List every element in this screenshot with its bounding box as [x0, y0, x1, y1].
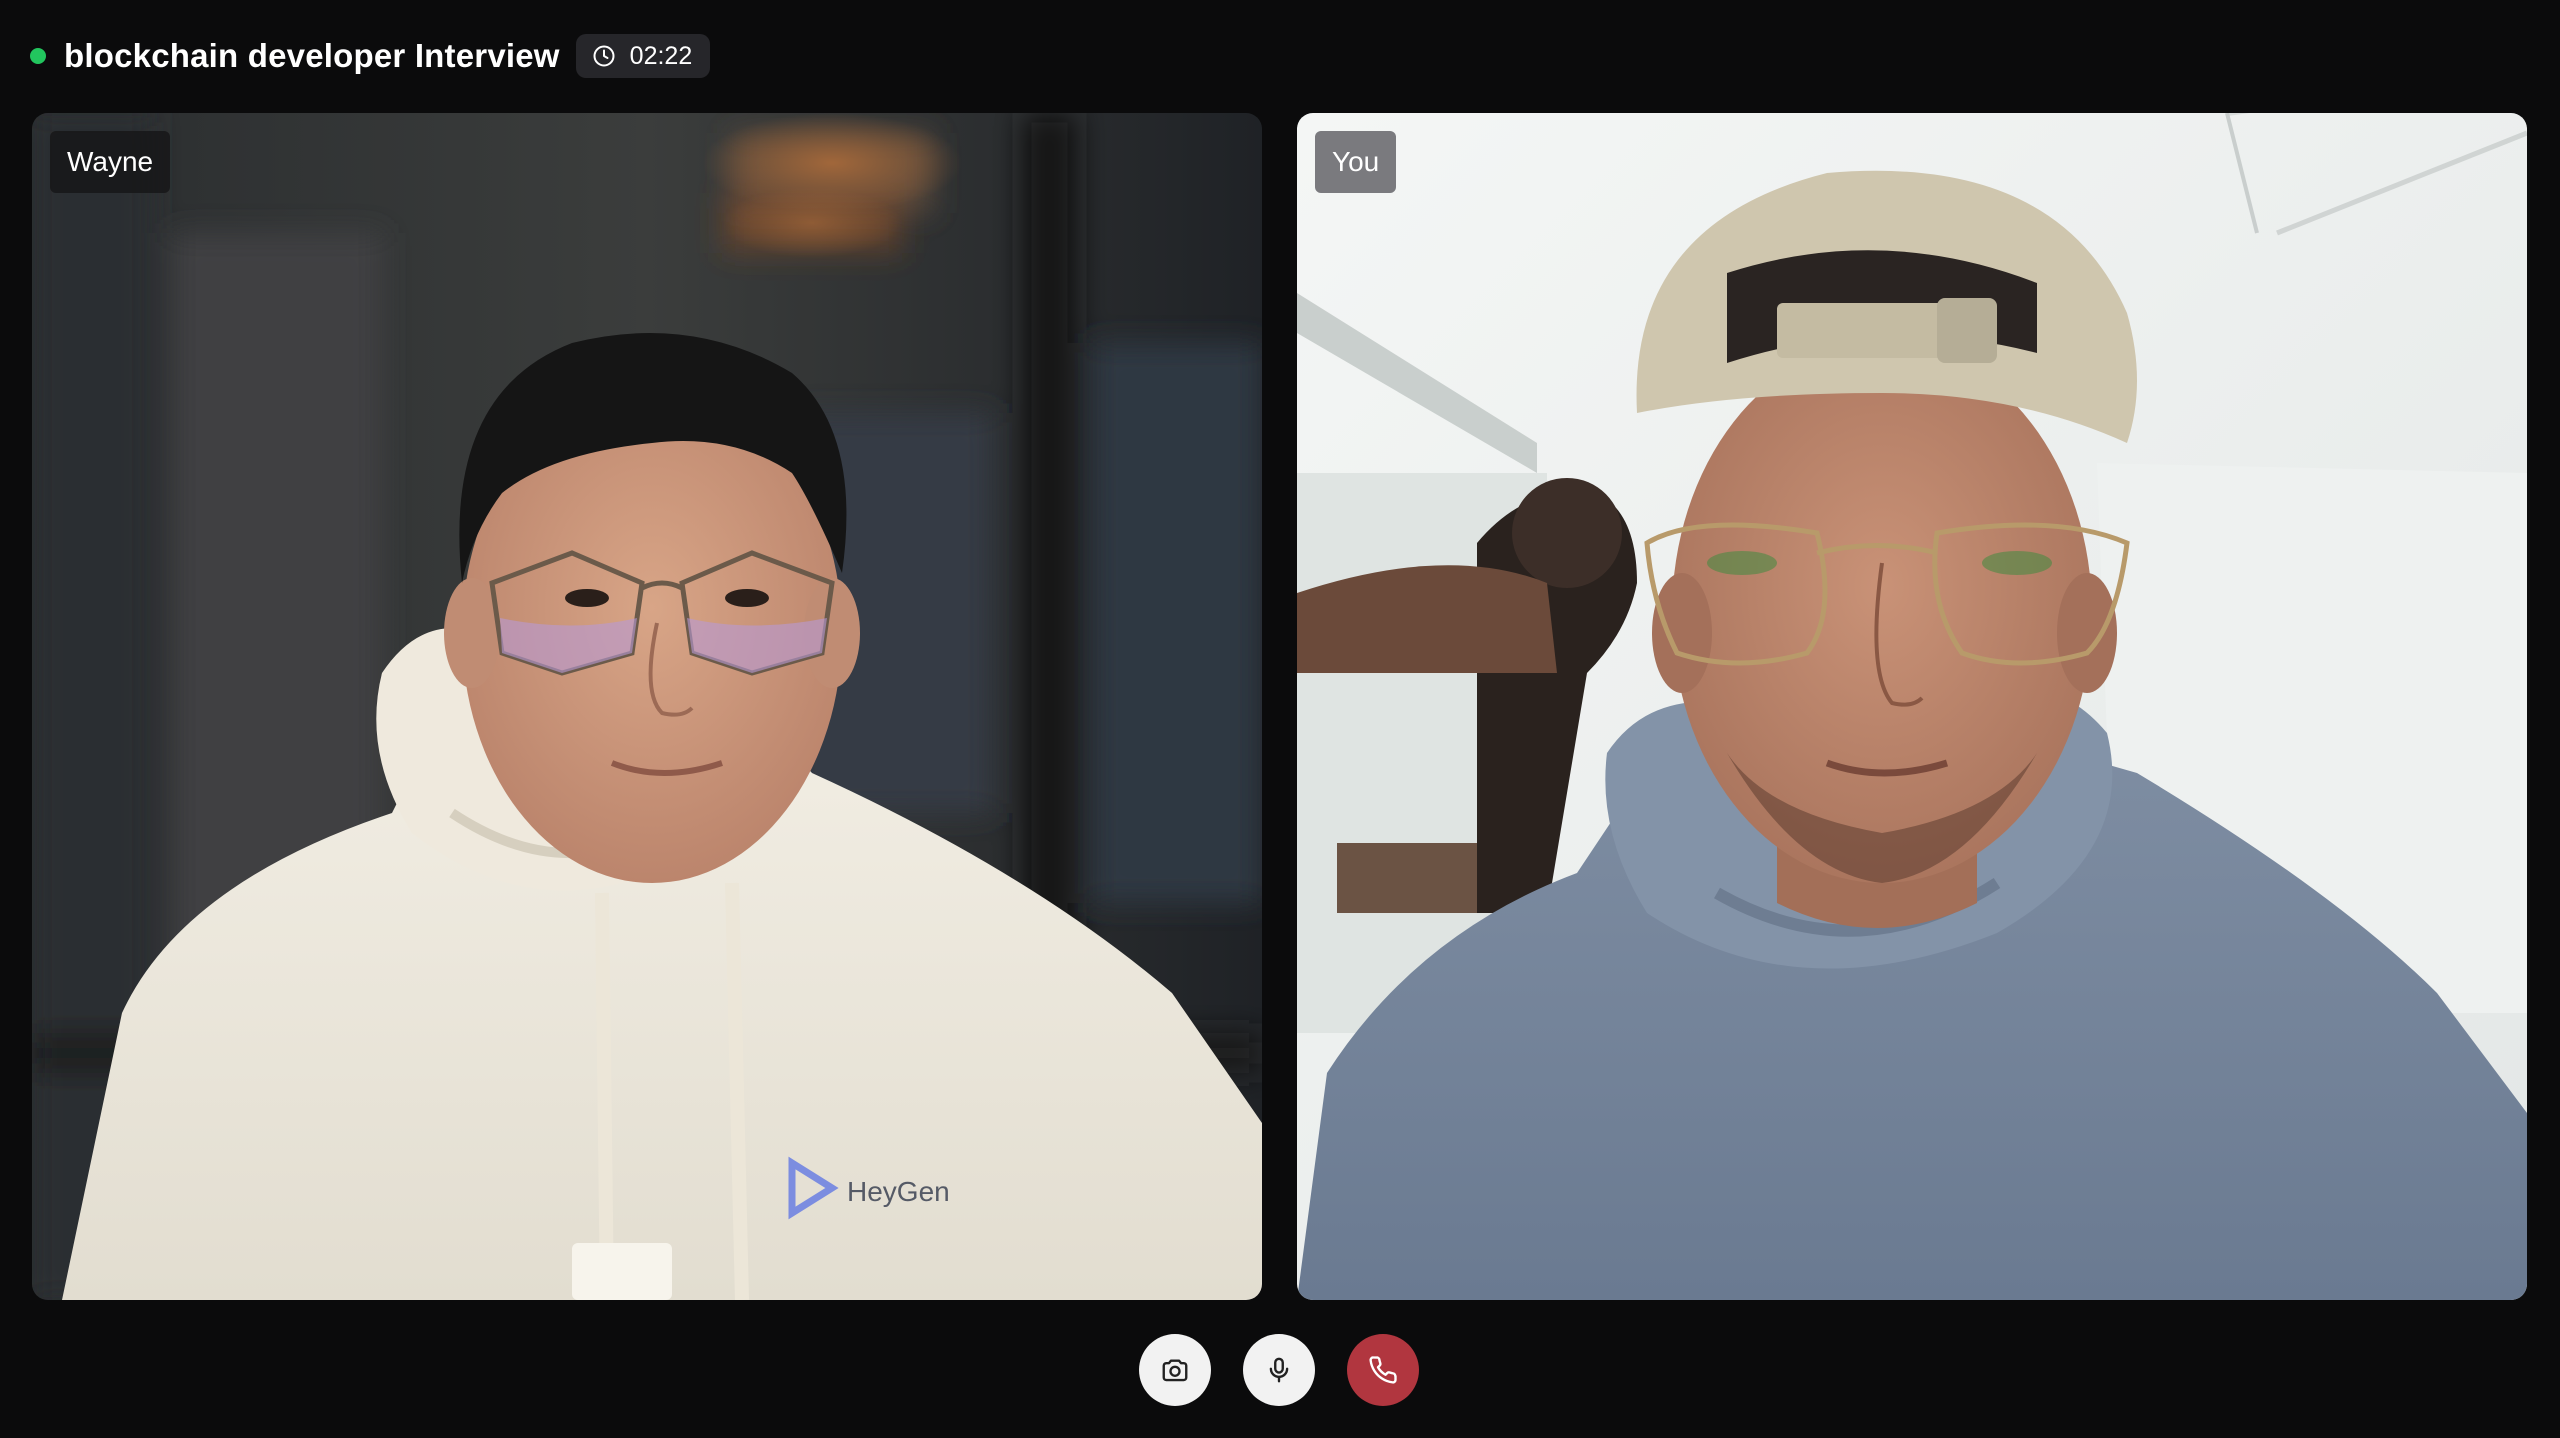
microphone-icon [1269, 1357, 1289, 1383]
clock-icon [593, 45, 615, 67]
participant-name-label: You [1315, 131, 1397, 193]
participant-name-label: Wayne [50, 131, 171, 193]
video-tile-self[interactable]: You [1297, 113, 2527, 1300]
camera-icon [1162, 1359, 1188, 1382]
self-video-feed [1297, 113, 2527, 1300]
video-tile-remote[interactable]: HeyGen Wayne [32, 113, 1262, 1300]
live-status-dot [30, 48, 46, 64]
camera-toggle-button[interactable] [1139, 1334, 1211, 1406]
meeting-title: blockchain developer Interview [64, 37, 560, 74]
elapsed-time: 02:22 [629, 41, 693, 70]
svg-text:HeyGen: HeyGen [847, 1176, 950, 1207]
phone-icon [1369, 1356, 1397, 1384]
microphone-toggle-button[interactable] [1243, 1334, 1315, 1406]
call-timer: 02:22 [575, 34, 711, 78]
call-controls [1139, 1334, 1419, 1406]
call-header: blockchain developer Interview 02:22 [30, 34, 711, 78]
end-call-button[interactable] [1347, 1334, 1419, 1406]
remote-video-feed: HeyGen [32, 113, 1262, 1300]
